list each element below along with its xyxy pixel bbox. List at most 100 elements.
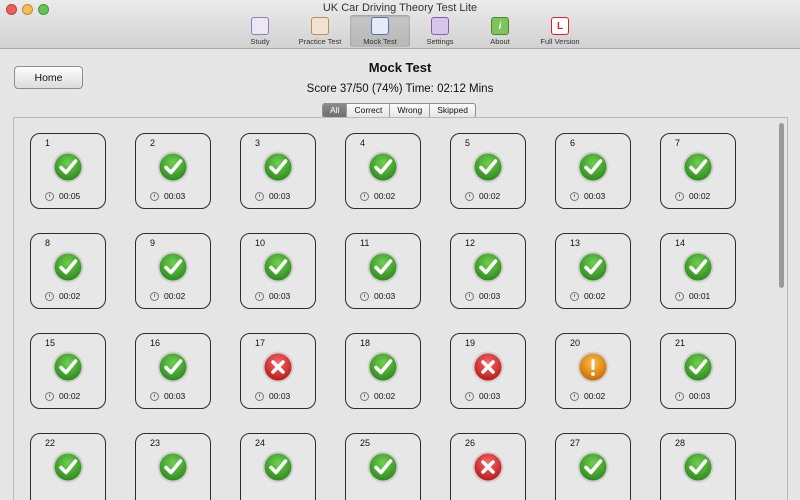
- question-time: 00:03: [479, 391, 501, 401]
- clock-icon: [150, 192, 159, 201]
- cross-icon: [472, 451, 504, 483]
- clock-icon: [45, 192, 54, 201]
- question-tile[interactable]: 22: [30, 433, 106, 500]
- question-tile[interactable]: 25: [345, 433, 421, 500]
- checkmark-icon: [577, 251, 609, 283]
- toolbar-about[interactable]: i About: [470, 15, 530, 47]
- question-tile[interactable]: 18 00:02: [345, 333, 421, 409]
- clock-icon: [150, 392, 159, 401]
- checkmark-icon: [52, 351, 84, 383]
- toolbar-practice-test[interactable]: Practice Test: [290, 15, 350, 47]
- question-time: 00:02: [479, 191, 501, 201]
- question-tile[interactable]: 2 00:03: [135, 133, 211, 209]
- question-tile[interactable]: 3 00:03: [240, 133, 316, 209]
- question-tile[interactable]: 24: [240, 433, 316, 500]
- clock-icon: [675, 292, 684, 301]
- question-tile[interactable]: 21 00:03: [660, 333, 736, 409]
- gear-icon: [431, 17, 449, 35]
- question-tile[interactable]: 11 00:03: [345, 233, 421, 309]
- filter-wrong[interactable]: Wrong: [389, 104, 429, 117]
- checkmark-icon: [367, 351, 399, 383]
- checkmark-icon: [682, 351, 714, 383]
- vertical-scrollbar[interactable]: [779, 123, 784, 288]
- question-tile[interactable]: 15 00:02: [30, 333, 106, 409]
- checkmark-icon: [52, 251, 84, 283]
- question-time: 00:03: [269, 291, 291, 301]
- toolbar-full-version[interactable]: L Full Version: [530, 15, 590, 47]
- question-number: 2: [150, 138, 156, 148]
- checkmark-icon: [157, 451, 189, 483]
- question-tile[interactable]: 9 00:02: [135, 233, 211, 309]
- cross-icon: [472, 351, 504, 383]
- question-time: 00:05: [59, 191, 81, 201]
- question-number: 9: [150, 238, 156, 248]
- question-tile[interactable]: 27: [555, 433, 631, 500]
- question-time: 00:02: [374, 191, 396, 201]
- question-tile[interactable]: 28: [660, 433, 736, 500]
- question-number: 21: [675, 338, 686, 348]
- clock-icon: [465, 292, 474, 301]
- question-tile[interactable]: 16 00:03: [135, 333, 211, 409]
- clock-icon: [255, 392, 264, 401]
- title-bar: UK Car Driving Theory Test Lite Study Pr…: [0, 0, 800, 49]
- toolbar-mock-test[interactable]: Mock Test: [350, 15, 410, 47]
- question-time: 00:02: [584, 291, 606, 301]
- question-tile[interactable]: 19 00:03: [450, 333, 526, 409]
- toolbar-label: Settings: [426, 37, 454, 46]
- checkmark-icon: [682, 451, 714, 483]
- question-tile[interactable]: 6 00:03: [555, 133, 631, 209]
- question-tile[interactable]: 12 00:03: [450, 233, 526, 309]
- checkmark-icon: [472, 251, 504, 283]
- toolbar-label: Practice Test: [298, 37, 342, 46]
- question-tile[interactable]: 1 00:05: [30, 133, 106, 209]
- filter-all[interactable]: All: [323, 104, 347, 117]
- clock-icon: [360, 292, 369, 301]
- question-time: 00:01: [689, 291, 711, 301]
- question-number: 11: [360, 238, 370, 248]
- question-tile[interactable]: 14 00:01: [660, 233, 736, 309]
- question-number: 18: [360, 338, 371, 348]
- filter-skipped[interactable]: Skipped: [429, 104, 475, 117]
- question-tile[interactable]: 26: [450, 433, 526, 500]
- question-tile[interactable]: 7 00:02: [660, 133, 736, 209]
- checkmark-icon: [262, 151, 294, 183]
- question-tile[interactable]: 5 00:02: [450, 133, 526, 209]
- clock-icon: [360, 192, 369, 201]
- question-time: 00:02: [584, 391, 606, 401]
- clock-icon: [360, 392, 369, 401]
- clock-icon: [570, 392, 579, 401]
- question-number: 23: [150, 438, 161, 448]
- question-number: 15: [45, 338, 56, 348]
- checkmark-icon: [157, 151, 189, 183]
- question-tile[interactable]: 13 00:02: [555, 233, 631, 309]
- question-tile[interactable]: 17 00:03: [240, 333, 316, 409]
- question-tile[interactable]: 10 00:03: [240, 233, 316, 309]
- question-time: 00:03: [479, 291, 501, 301]
- checkmark-icon: [52, 151, 84, 183]
- checkmark-icon: [577, 451, 609, 483]
- question-number: 12: [465, 238, 476, 248]
- question-number: 27: [570, 438, 581, 448]
- toolbar-study[interactable]: Study: [230, 15, 290, 47]
- question-number: 1: [45, 138, 51, 148]
- clock-icon: [675, 392, 684, 401]
- checkmark-icon: [367, 151, 399, 183]
- toolbar-settings[interactable]: Settings: [410, 15, 470, 47]
- question-tile[interactable]: 4 00:02: [345, 133, 421, 209]
- question-tile[interactable]: 20 00:02: [555, 333, 631, 409]
- clock-icon: [570, 292, 579, 301]
- question-grid: 1 00:05 2 00:03 3 00:03 4 00:02 5 00:02 6 00:03 7 00:…: [13, 117, 788, 500]
- question-tile[interactable]: 23: [135, 433, 211, 500]
- cross-icon: [262, 351, 294, 383]
- clock-icon: [45, 392, 54, 401]
- info-icon: i: [491, 17, 509, 35]
- question-number: 20: [570, 338, 581, 348]
- question-time: 00:02: [164, 291, 186, 301]
- question-number: 24: [255, 438, 266, 448]
- learner-plate-icon: L: [551, 17, 569, 35]
- toolbar-label: Full Version: [540, 37, 580, 46]
- question-tile[interactable]: 8 00:02: [30, 233, 106, 309]
- question-time: 00:02: [59, 391, 81, 401]
- filter-correct[interactable]: Correct: [346, 104, 389, 117]
- question-time: 00:02: [689, 191, 711, 201]
